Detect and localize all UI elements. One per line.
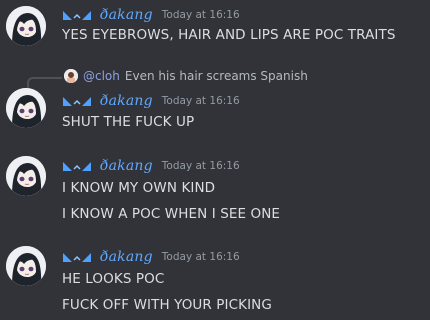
reply-username[interactable]: @cloh	[83, 69, 120, 83]
reply-avatar-icon	[64, 69, 78, 83]
timestamp: Today at 16:16	[161, 95, 240, 107]
role-badge-icon	[63, 11, 91, 20]
timestamp: Today at 16:16	[161, 9, 240, 21]
avatar-anime-girl-icon	[6, 156, 46, 196]
username[interactable]: ðakang	[100, 7, 153, 23]
message-text: I KNOW A POC WHEN I SEE ONE	[62, 206, 281, 222]
message-header: ðakang Today at 16:16	[62, 92, 240, 110]
avatar-anime-girl-icon	[6, 6, 46, 46]
message-text: SHUT THE FUCK UP	[62, 114, 195, 130]
role-badge-icon	[63, 97, 91, 106]
chat-log: ðakang Today at 16:16 YES EYEBROWS, HAIR…	[0, 0, 430, 320]
message-text: HE LOOKS POC	[62, 271, 165, 287]
reply-avatar	[64, 69, 78, 83]
username[interactable]: ðakang	[100, 93, 153, 109]
avatar[interactable]	[6, 6, 46, 46]
message-text: YES EYEBROWS, HAIR AND LIPS ARE POC TRAI…	[62, 27, 396, 43]
role-badge-icon	[63, 162, 91, 171]
timestamp: Today at 16:16	[161, 251, 240, 263]
username[interactable]: ðakang	[100, 249, 153, 265]
message-text: I KNOW MY OWN KIND	[62, 180, 216, 196]
timestamp: Today at 16:16	[161, 160, 240, 172]
avatar[interactable]	[6, 246, 46, 286]
avatar[interactable]	[6, 88, 46, 128]
message-header: ðakang Today at 16:16	[62, 6, 240, 24]
message-text: FUCK OFF WITH YOUR PICKING	[62, 297, 272, 313]
username[interactable]: ðakang	[100, 158, 153, 174]
message-header: ðakang Today at 16:16	[62, 157, 240, 175]
avatar[interactable]	[6, 156, 46, 196]
reply-connector	[27, 77, 62, 88]
reply-text: Even his hair screams Spanish	[124, 69, 308, 83]
message-header: ðakang Today at 16:16	[62, 248, 240, 266]
role-badge-icon	[63, 253, 91, 262]
avatar-anime-girl-icon	[6, 246, 46, 286]
avatar-anime-girl-icon	[6, 88, 46, 128]
reply-preview[interactable]: @cloh Even his hair screams Spanish	[64, 68, 308, 84]
